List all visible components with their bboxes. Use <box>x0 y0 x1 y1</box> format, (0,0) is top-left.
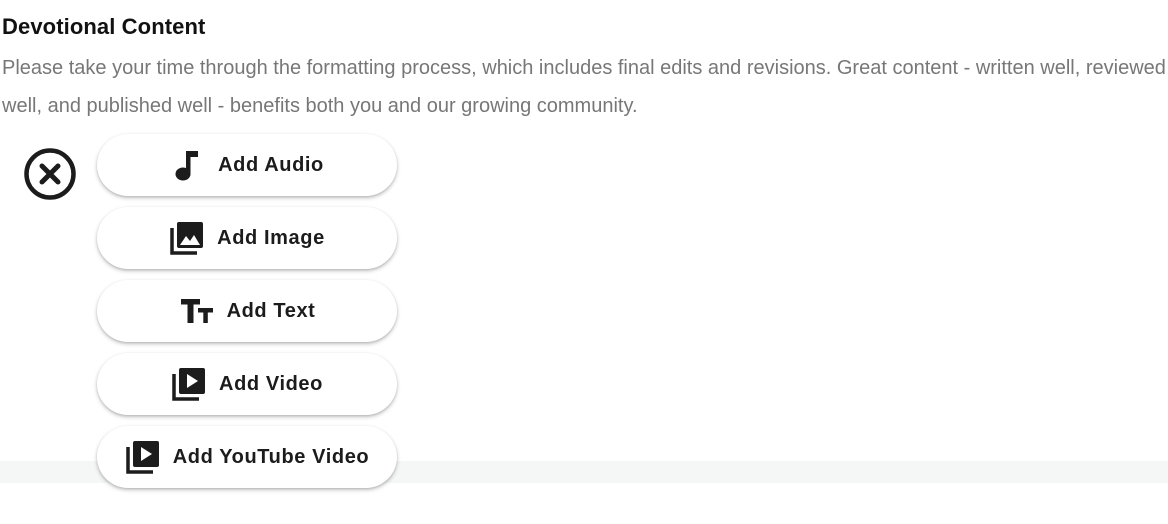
add-video-button[interactable]: Add Video <box>97 353 397 415</box>
video-library-icon <box>171 366 207 402</box>
add-audio-button[interactable]: Add Audio <box>97 134 397 196</box>
text-size-icon <box>179 293 215 329</box>
add-video-label: Add Video <box>219 372 323 395</box>
section-description: Please take your time through the format… <box>2 57 1166 117</box>
section-title: Devotional Content <box>2 14 206 39</box>
add-text-label: Add Text <box>226 299 316 322</box>
add-image-label: Add Image <box>217 226 325 249</box>
add-youtube-video-label: Add YouTube Video <box>172 445 370 468</box>
music-note-icon <box>170 147 206 183</box>
add-image-button[interactable]: Add Image <box>97 207 397 269</box>
video-library-icon <box>125 439 161 475</box>
add-audio-label: Add Audio <box>218 153 324 176</box>
add-content-menu: Add Audio Add Image Add Text Add Video A… <box>97 134 399 499</box>
close-menu-button[interactable] <box>23 147 77 201</box>
photo-library-icon <box>169 220 205 256</box>
close-circle-icon <box>24 148 76 200</box>
add-youtube-video-button[interactable]: Add YouTube Video <box>97 426 397 488</box>
add-text-button[interactable]: Add Text <box>97 280 397 342</box>
